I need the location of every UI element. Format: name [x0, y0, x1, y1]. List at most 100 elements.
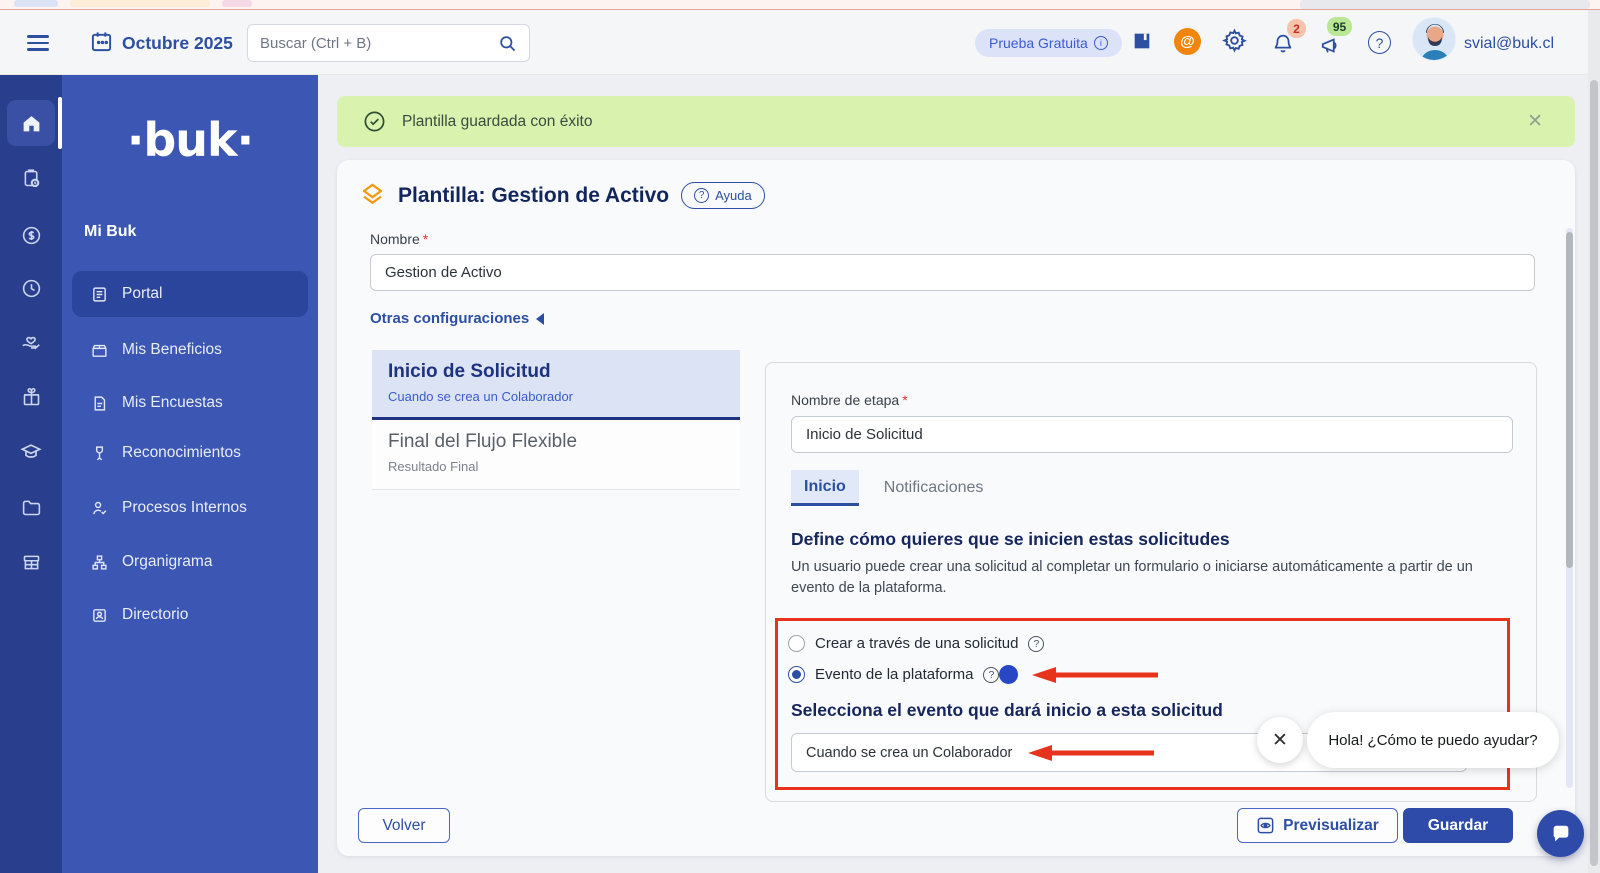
settings-gear-icon[interactable] — [1222, 28, 1247, 53]
template-name-input[interactable]: Gestion de Activo — [370, 254, 1535, 291]
sidebar-icon-rail — [0, 75, 62, 873]
sidebar-item-label: Mis Beneficios — [122, 341, 222, 358]
start-section-title: Define cómo quieres que se inicien estas… — [791, 529, 1230, 549]
annotation-arrow-icon — [1032, 666, 1159, 683]
announcements-count-badge: 95 — [1327, 17, 1352, 36]
sidebar-item-organigrama[interactable]: Organigrama — [72, 542, 308, 582]
medal-icon — [90, 444, 108, 462]
radio-label: Evento de la plataforma — [815, 666, 974, 683]
buk-app-window: Octubre 2025 Buscar (Ctrl + B) Prueba Gr… — [0, 0, 1600, 873]
top-bar: Octubre 2025 Buscar (Ctrl + B) Prueba Gr… — [0, 10, 1588, 75]
browser-strip — [0, 0, 1600, 10]
sidebar-item-label: Organigrama — [122, 553, 213, 570]
period-selector[interactable]: Octubre 2025 — [122, 33, 233, 54]
option-help-icon[interactable]: ? — [983, 666, 1000, 683]
trial-label: Prueba Gratuita — [989, 35, 1088, 51]
wellbeing-hand-heart-icon[interactable] — [0, 325, 62, 359]
tab-inicio[interactable]: Inicio — [791, 470, 859, 506]
sidebar-item-procesos-internos[interactable]: Procesos Internos — [72, 488, 308, 528]
page-scrollbar-thumb[interactable] — [1590, 80, 1598, 866]
previsualizar-button[interactable]: Previsualizar — [1237, 808, 1398, 843]
guardar-button[interactable]: Guardar — [1403, 808, 1513, 843]
page-title: Plantilla: Gestion de Activo — [398, 183, 670, 207]
user-avatar[interactable] — [1412, 17, 1456, 61]
browser-tab-shape — [14, 0, 58, 7]
browser-tab-shape — [70, 0, 210, 7]
search-placeholder: Buscar (Ctrl + B) — [260, 34, 372, 52]
other-settings-label: Otras configuraciones — [370, 310, 530, 327]
stage-item-inicio[interactable]: Inicio de Solicitud Cuando se crea un Co… — [372, 350, 740, 420]
benefits-gift-icon[interactable] — [0, 380, 62, 414]
search-input[interactable]: Buscar (Ctrl + B) — [247, 24, 530, 62]
trial-badge[interactable]: Prueba Gratuita i — [975, 29, 1122, 57]
bookmark-icon[interactable] — [1131, 30, 1153, 52]
benefits-box-icon — [90, 341, 108, 359]
documents-folder-icon[interactable] — [0, 490, 62, 524]
event-select-value: Cuando se crea un Colaborador — [806, 744, 1013, 761]
ayuda-button[interactable]: ? Ayuda — [681, 182, 765, 209]
orange-app-icon[interactable]: @ — [1174, 28, 1201, 55]
stage-tabs: Inicio Notificaciones — [791, 470, 996, 506]
sidebar-item-reconocimientos[interactable]: Reconocimientos — [72, 433, 308, 473]
tasks-clipboard-icon[interactable] — [0, 161, 62, 195]
sidebar-item-directorio[interactable]: Directorio — [72, 595, 308, 635]
template-name-value: Gestion de Activo — [385, 264, 502, 281]
success-banner: Plantilla guardada con éxito ✕ — [337, 96, 1575, 147]
option-help-icon[interactable]: ? — [1028, 635, 1045, 652]
user-email[interactable]: svial@buk.cl — [1464, 35, 1554, 53]
volver-button[interactable]: Volver — [358, 808, 450, 843]
stage-name-value: Inicio de Solicitud — [806, 426, 923, 443]
stage-title: Final del Flujo Flexible — [388, 431, 578, 452]
sidebar-item-label: Mis Encuestas — [122, 394, 223, 411]
preview-eye-icon — [1257, 817, 1274, 834]
chat-greeting-text: Hola! ¿Cómo te puedo ayudar? — [1328, 731, 1538, 749]
sidebar-item-label: Directorio — [122, 606, 189, 623]
menu-toggle-icon[interactable] — [27, 31, 49, 55]
stage-name-label: Nombre de etapa * — [791, 392, 908, 408]
calendar-icon[interactable] — [90, 30, 113, 53]
sidebar-item-portal[interactable]: Portal — [72, 271, 308, 317]
company-building-icon[interactable] — [0, 545, 62, 579]
template-diamond-icon — [359, 182, 386, 209]
help-icon[interactable]: ? — [1368, 31, 1391, 54]
collapse-arrow-icon — [536, 312, 545, 325]
stage-subtitle: Cuando se crea un Colaborador — [388, 389, 574, 404]
radio-label: Crear a través de una solicitud — [815, 635, 1019, 652]
stage-item-final[interactable]: Final del Flujo Flexible Resultado Final — [372, 420, 740, 490]
radio-crear-solicitud[interactable] — [788, 635, 805, 652]
required-mark: * — [902, 392, 908, 408]
portal-doc-icon — [90, 285, 108, 303]
chat-launcher-button[interactable] — [1537, 810, 1584, 857]
stage-subtitle: Resultado Final — [388, 459, 479, 474]
info-icon: i — [1093, 36, 1108, 50]
radio-row-solicitud: Crear a través de una solicitud ? — [788, 635, 1045, 652]
training-graduation-icon[interactable] — [0, 435, 62, 469]
sidebar-item-label: Reconocimientos — [122, 444, 241, 461]
sidebar-item-mis-beneficios[interactable]: Mis Beneficios — [72, 330, 308, 370]
tab-notificaciones[interactable]: Notificaciones — [871, 470, 997, 506]
survey-doc-icon — [90, 394, 108, 412]
time-clock-icon[interactable] — [0, 271, 62, 305]
chat-greeting-bubble[interactable]: Hola! ¿Cómo te puedo ayudar? — [1307, 712, 1559, 768]
stage-name-input[interactable]: Inicio de Solicitud — [791, 416, 1513, 453]
card-scrollbar-thumb[interactable] — [1566, 232, 1573, 568]
click-indicator-dot — [999, 665, 1019, 684]
sidebar-item-label: Portal — [122, 285, 163, 302]
banner-close-icon[interactable]: ✕ — [1527, 112, 1543, 131]
sidebar-section-title: Mi Buk — [84, 223, 137, 240]
ayuda-label: Ayuda — [715, 188, 752, 203]
other-settings-link[interactable]: Otras configuraciones — [370, 310, 545, 327]
radio-evento-plataforma[interactable] — [788, 666, 805, 683]
payroll-coin-icon[interactable] — [0, 218, 62, 252]
event-select-label: Selecciona el evento que dará inicio a e… — [791, 700, 1223, 720]
home-icon[interactable] — [0, 106, 62, 140]
stage-title: Inicio de Solicitud — [388, 361, 551, 382]
announcements-megaphone-icon[interactable] — [1320, 35, 1342, 57]
sidebar: ·buk· Mi Buk Portal Mis Beneficios Mis E… — [62, 75, 318, 873]
id-card-icon — [90, 606, 108, 624]
chat-dismiss-button[interactable]: ✕ — [1257, 717, 1303, 763]
sidebar-item-mis-encuestas[interactable]: Mis Encuestas — [72, 383, 308, 423]
chat-bubble-icon — [1553, 825, 1568, 841]
search-icon — [500, 35, 516, 51]
start-section-description: Un usuario puede crear una solicitud al … — [791, 559, 1473, 596]
